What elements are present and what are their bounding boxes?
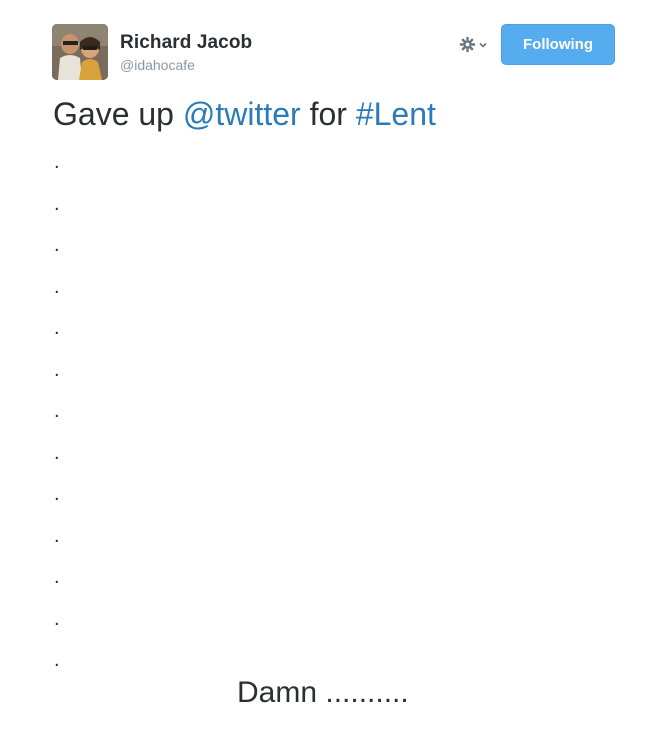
tweet-text-start: Gave up (53, 96, 183, 132)
dot-line: . (54, 400, 60, 422)
chevron-down-icon (478, 40, 488, 50)
author-handle[interactable]: @idahocafe (120, 57, 195, 73)
avatar[interactable] (52, 24, 108, 80)
user-actions-dropdown[interactable] (459, 36, 488, 53)
mention-link[interactable]: @twitter (183, 96, 301, 132)
hashtag-link[interactable]: #Lent (356, 96, 436, 132)
gear-icon (459, 36, 476, 53)
dot-line: . (54, 317, 60, 339)
tweet-card: Richard Jacob @idahocafe Following Gave … (0, 0, 650, 730)
dot-line: . (54, 234, 60, 256)
dot-line: . (54, 441, 60, 464)
tweet-closing-text: Damn .......... (237, 676, 409, 709)
dot-line: . (54, 358, 60, 381)
dot-line: . (54, 483, 60, 505)
dot-line: . (54, 524, 60, 547)
tweet-text: Gave up @twitter for #Lent (53, 96, 436, 133)
dot-lines: . . . . . . . . . . . . . (54, 152, 74, 692)
author-name[interactable]: Richard Jacob (120, 32, 252, 54)
dot-line: . (54, 566, 60, 588)
avatar-photo-icon (52, 24, 108, 80)
following-button[interactable]: Following (501, 24, 615, 65)
dot-line: . (54, 151, 60, 173)
dot-line: . (54, 649, 60, 671)
dot-line: . (54, 607, 60, 630)
tweet-text-middle: for (300, 96, 356, 132)
dot-line: . (54, 275, 60, 298)
dot-line: . (54, 192, 60, 215)
